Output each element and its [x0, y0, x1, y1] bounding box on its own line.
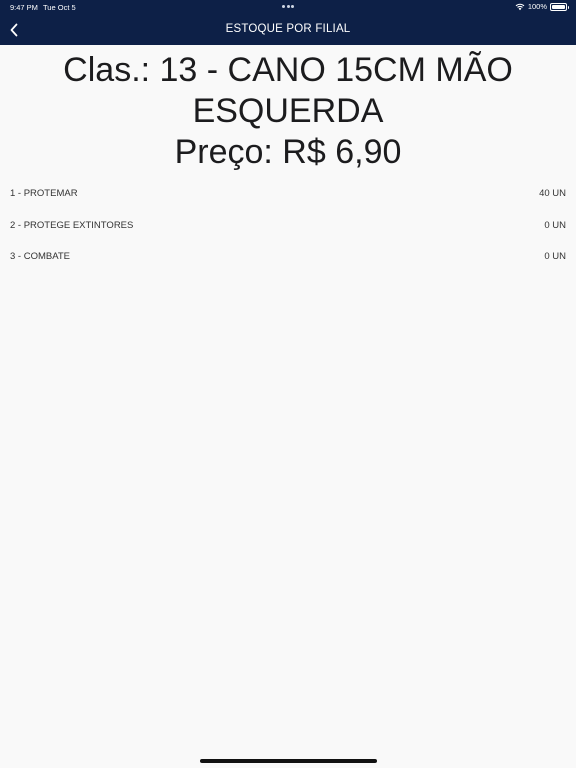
branch-name: 2 - PROTEGE EXTINTORES — [10, 219, 134, 231]
stock-quantity: 40 UN — [539, 188, 566, 200]
status-indicators: 100% — [515, 2, 569, 11]
stock-quantity: 0 UN — [544, 219, 566, 231]
product-description-continued: ESQUERDA — [192, 92, 384, 130]
home-indicator[interactable] — [200, 759, 377, 763]
status-time: 9:47 PM — [10, 3, 38, 12]
list-item[interactable]: 2 - PROTEGE EXTINTORES 0 UN — [0, 210, 576, 242]
product-header: Clas.: 13 - CANO 15CM MÃO ESQUERDA Preço… — [0, 50, 576, 173]
battery-percent: 100% — [527, 2, 547, 11]
status-date: Tue Oct 5 — [43, 3, 76, 12]
product-classification: Clas.: 13 - CANO 15CM MÃO — [63, 51, 513, 89]
branch-name: 3 - COMBATE — [10, 251, 70, 263]
main-content: Clas.: 13 - CANO 15CM MÃO ESQUERDA Preço… — [0, 45, 576, 273]
stock-quantity: 0 UN — [544, 251, 566, 263]
status-bar: 9:47 PM Tue Oct 5 100% — [0, 0, 576, 14]
navigation-bar: ESTOQUE POR FILIAL — [0, 14, 576, 45]
list-item[interactable]: 3 - COMBATE 0 UN — [0, 241, 576, 273]
battery-icon — [550, 2, 569, 11]
branch-name: 1 - PROTEMAR — [10, 188, 78, 200]
stock-list: 1 - PROTEMAR 40 UN 2 - PROTEGE EXTINTORE… — [0, 178, 576, 273]
list-item[interactable]: 1 - PROTEMAR 40 UN — [0, 178, 576, 210]
header: 9:47 PM Tue Oct 5 100% ESTOQUE POR FILIA… — [0, 0, 576, 45]
page-title: ESTOQUE POR FILIAL — [225, 23, 351, 35]
product-price: Preço: R$ 6,90 — [174, 133, 402, 171]
multitasking-dots-icon[interactable] — [282, 5, 294, 9]
wifi-icon — [515, 3, 525, 10]
